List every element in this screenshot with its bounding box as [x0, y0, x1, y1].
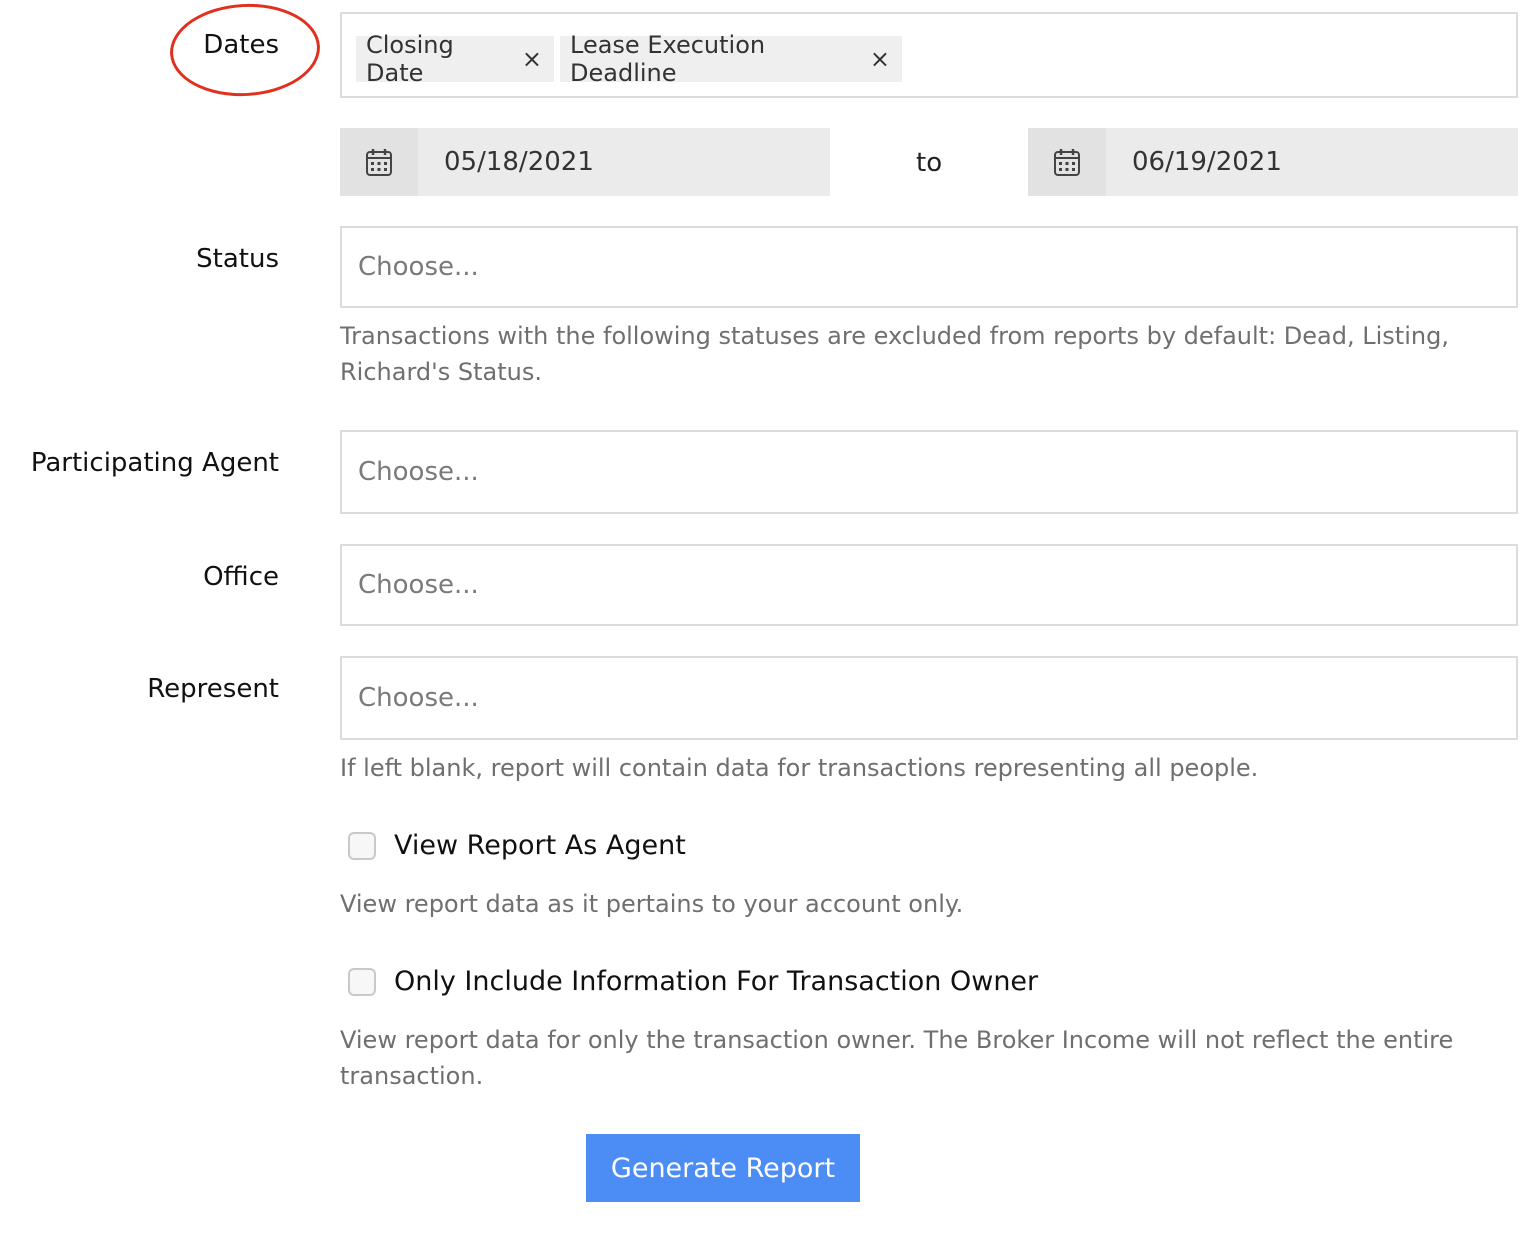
calendar-icon[interactable]: [340, 128, 418, 196]
owner-only-help-text: View report data for only the transactio…: [340, 1026, 1454, 1090]
owner-only-label[interactable]: Only Include Information For Transaction…: [394, 966, 1038, 997]
dates-label: Dates: [203, 30, 279, 60]
from-date-value[interactable]: 05/18/2021: [444, 147, 594, 177]
represent-label: Represent: [147, 674, 279, 704]
from-date-field[interactable]: 05/18/2021: [340, 128, 830, 196]
status-placeholder: Choose...: [358, 252, 479, 282]
status-help-text: Transactions with the following statuses…: [340, 322, 1449, 386]
participating-agent-select[interactable]: Choose...: [340, 430, 1518, 514]
owner-only-row: Only Include Information For Transaction…: [348, 966, 1038, 997]
tag-label: Lease Execution Deadline: [570, 31, 766, 87]
represent-placeholder: Choose...: [358, 683, 479, 713]
tag-closing-date: Closing Date ×: [356, 31, 554, 87]
office-select[interactable]: Choose...: [340, 544, 1518, 626]
date-range-separator: to: [916, 148, 943, 178]
tag-lease-execution-deadline: Lease Execution Deadline ×: [560, 31, 902, 87]
view-as-agent-label[interactable]: View Report As Agent: [394, 830, 686, 861]
view-as-agent-checkbox[interactable]: [348, 831, 376, 860]
participating-agent-label: Participating Agent: [30, 448, 279, 478]
view-as-agent-help-text: View report data as it pertains to your …: [340, 890, 964, 918]
status-select[interactable]: Choose...: [340, 226, 1518, 308]
status-label: Status: [196, 244, 279, 274]
view-as-agent-row: View Report As Agent: [348, 830, 686, 861]
to-date-field[interactable]: 06/19/2021: [1028, 128, 1518, 196]
generate-report-button[interactable]: Generate Report: [586, 1134, 860, 1202]
represent-help-text: If left blank, report will contain data …: [340, 754, 1259, 782]
participating-agent-placeholder: Choose...: [358, 457, 479, 487]
tag-label: Closing Date: [366, 31, 454, 87]
calendar-icon[interactable]: [1028, 128, 1106, 196]
owner-only-checkbox[interactable]: [348, 967, 376, 996]
office-label: Office: [203, 562, 279, 592]
represent-select[interactable]: Choose...: [340, 656, 1518, 740]
to-date-value[interactable]: 06/19/2021: [1132, 147, 1282, 177]
office-placeholder: Choose...: [358, 570, 479, 600]
tag-remove-icon[interactable]: ×: [870, 45, 890, 73]
tag-remove-icon[interactable]: ×: [522, 45, 542, 73]
dates-multiselect[interactable]: Closing Date × Lease Execution Deadline …: [340, 12, 1518, 98]
